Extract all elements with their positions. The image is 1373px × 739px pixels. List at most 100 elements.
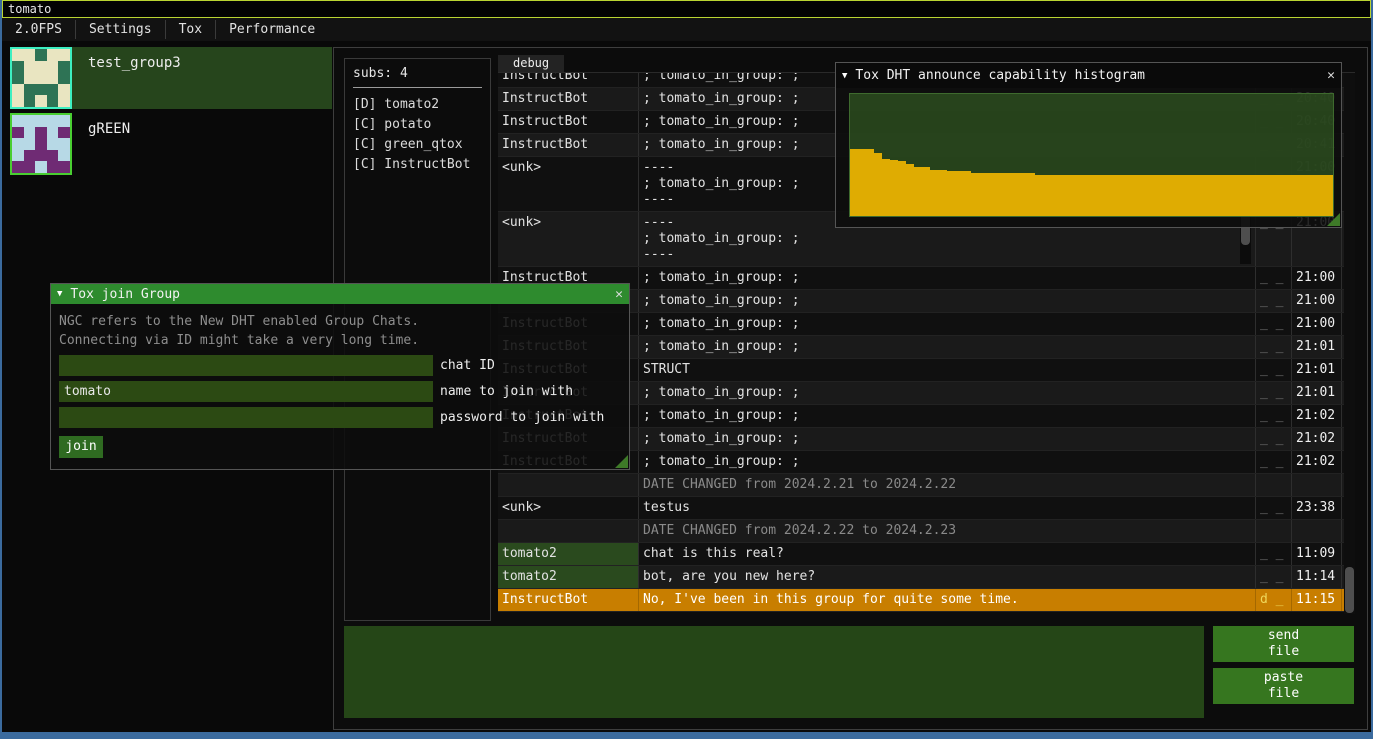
- message-timestamp: 21:02: [1292, 428, 1342, 450]
- histogram-bar: [1011, 173, 1019, 216]
- member-InstructBot[interactable]: [C] InstructBot: [353, 155, 482, 175]
- sender-name: <unk>: [498, 157, 639, 211]
- message-timestamp: 11:15: [1292, 589, 1342, 611]
- histogram-bar: [1099, 175, 1107, 216]
- sender-name: InstructBot: [498, 111, 639, 133]
- message-row: DATE CHANGED from 2024.2.22 to 2024.2.23: [498, 520, 1355, 543]
- histogram-bar: [930, 170, 938, 216]
- member-list: [D] tomato2[C] potato[C] green_qtox[C] I…: [353, 95, 482, 175]
- resize-grip[interactable]: [1327, 213, 1340, 226]
- close-icon[interactable]: ✕: [615, 287, 623, 302]
- collapse-arrow-icon[interactable]: ▼: [57, 289, 62, 299]
- histogram-bar: [987, 173, 995, 216]
- histogram-bar: [1260, 175, 1268, 216]
- os-titlebar[interactable]: tomato: [2, 0, 1371, 18]
- histogram-bar: [1132, 175, 1140, 216]
- message-flags: _ _: [1256, 359, 1292, 381]
- message-flags: _ _: [1256, 566, 1292, 588]
- sender-name: <unk>: [498, 497, 639, 519]
- message-flags: _ _: [1256, 451, 1292, 473]
- histogram-bar: [1019, 173, 1027, 216]
- join-password-input[interactable]: [59, 407, 433, 428]
- histogram-bar: [1236, 175, 1244, 216]
- paste-file-button[interactable]: paste file: [1213, 668, 1354, 704]
- close-icon[interactable]: ✕: [1327, 68, 1335, 83]
- histogram-bar: [1083, 175, 1091, 216]
- sender-name: [498, 474, 639, 496]
- histogram-bar: [906, 164, 914, 216]
- message-timestamp: 21:01: [1292, 382, 1342, 404]
- chat-scrollbar[interactable]: [1344, 73, 1355, 614]
- histogram-bar: [1043, 175, 1051, 216]
- chat-id-input[interactable]: [59, 355, 433, 376]
- menu-item-settings[interactable]: Settings: [76, 18, 165, 41]
- message-flags: [1256, 520, 1292, 542]
- message-text: bot, are you new here?: [639, 566, 1256, 588]
- menu-item-performance[interactable]: Performance: [216, 18, 328, 41]
- histogram-bar: [1317, 175, 1325, 216]
- histogram-bar: [1285, 175, 1293, 216]
- message-flags: _ _: [1256, 405, 1292, 427]
- message-flags: [1256, 474, 1292, 496]
- tab-debug[interactable]: debug: [498, 55, 564, 72]
- histogram-bar: [1067, 175, 1075, 216]
- histogram-bar: [1244, 175, 1252, 216]
- histogram-bar: [882, 159, 890, 216]
- member-potato[interactable]: [C] potato: [353, 115, 482, 135]
- join-group-window: ▼ Tox join Group ✕ NGC refers to the New…: [50, 283, 630, 470]
- sender-name: InstructBot: [498, 88, 639, 110]
- histogram-bar: [1309, 175, 1317, 216]
- message-text: ; tomato_in_group: ;: [639, 451, 1256, 473]
- app-window: tomato 2.0FPSSettingsToxPerformance test…: [0, 0, 1373, 739]
- message-row: tomato2bot, are you new here?_ _11:14: [498, 566, 1355, 589]
- histogram-bar: [1164, 175, 1172, 216]
- histogram-bar: [995, 173, 1003, 216]
- group-avatar: [10, 113, 72, 175]
- histogram-bar: [971, 173, 979, 216]
- histogram-bar: [1212, 175, 1220, 216]
- message-timestamp: 21:00: [1292, 290, 1342, 312]
- histogram-bar: [890, 160, 898, 216]
- message-text: testus: [639, 497, 1256, 519]
- histogram-window: ▼ Tox DHT announce capability histogram …: [835, 62, 1342, 228]
- message-row: <unk>testus_ _23:38: [498, 497, 1355, 520]
- member-tomato2[interactable]: [D] tomato2: [353, 95, 482, 115]
- histogram-bar: [1252, 175, 1260, 216]
- scrollbar-thumb[interactable]: [1345, 567, 1354, 613]
- sender-name: InstructBot: [498, 589, 639, 611]
- message-flags: _ _: [1256, 290, 1292, 312]
- histogram-bar: [1140, 175, 1148, 216]
- histogram-bar: [1051, 175, 1059, 216]
- sender-name: tomato2: [498, 543, 639, 565]
- message-flags: _ _: [1256, 428, 1292, 450]
- group-item-test_group3[interactable]: test_group3: [10, 47, 332, 109]
- chat-id-label: chat ID: [440, 358, 495, 373]
- message-timestamp: 21:00: [1292, 313, 1342, 335]
- member-green_qtox[interactable]: [C] green_qtox: [353, 135, 482, 155]
- message-timestamp: 21:00: [1292, 267, 1342, 289]
- send-file-button[interactable]: send file: [1213, 626, 1354, 662]
- join-name-input[interactable]: [59, 381, 433, 402]
- message-timestamp: 11:09: [1292, 543, 1342, 565]
- histogram-bar: [1293, 175, 1301, 216]
- message-flags: _ _: [1256, 267, 1292, 289]
- subs-count: subs: 4: [353, 66, 482, 81]
- message-text: DATE CHANGED from 2024.2.22 to 2024.2.23: [639, 520, 1256, 542]
- join-button[interactable]: join: [59, 436, 103, 458]
- join-window-titlebar[interactable]: ▼ Tox join Group ✕: [51, 284, 629, 304]
- histogram-bar: [1148, 175, 1156, 216]
- message-text: ; tomato_in_group: ;: [639, 313, 1256, 335]
- group-avatar: [10, 47, 72, 109]
- message-input[interactable]: [344, 626, 1204, 718]
- message-text: ; tomato_in_group: ;: [639, 405, 1256, 427]
- message-text: DATE CHANGED from 2024.2.21 to 2024.2.22: [639, 474, 1256, 496]
- histogram-bar: [1301, 175, 1309, 216]
- histogram-window-titlebar[interactable]: ▼ Tox DHT announce capability histogram …: [836, 63, 1341, 88]
- message-flags: _ _: [1256, 543, 1292, 565]
- resize-grip[interactable]: [615, 455, 628, 468]
- message-timestamp: [1292, 474, 1342, 496]
- group-item-green[interactable]: gREEN: [10, 113, 332, 175]
- join-window-body: NGC refers to the New DHT enabled Group …: [51, 304, 629, 466]
- collapse-arrow-icon[interactable]: ▼: [842, 71, 847, 81]
- menu-item-tox[interactable]: Tox: [166, 18, 215, 41]
